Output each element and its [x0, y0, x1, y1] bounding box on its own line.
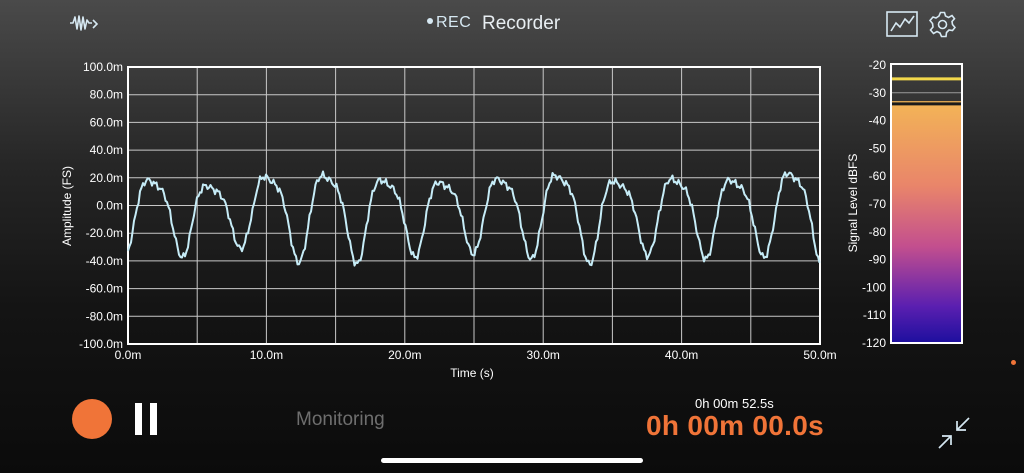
pause-bar-icon [135, 403, 142, 435]
meter-tick-label: -110 [863, 308, 886, 322]
meter-tick-label: -100 [862, 280, 886, 294]
home-indicator[interactable] [381, 458, 643, 463]
x-tick-label: 0.0m [115, 348, 142, 362]
meter-tick-label: -20 [869, 58, 887, 72]
y-axis-ticks: 100.0m 80.0m 60.0m 40.0m 20.0m 0.0m -20.0m -40.… [79, 60, 123, 351]
meter-tick-label: -80 [869, 225, 887, 239]
rec-dot-icon [427, 17, 433, 24]
y-axis-label: Amplitude (FS) [60, 166, 74, 246]
y-tick-label: -60.0m [86, 282, 123, 296]
side-indicator-dot [1011, 360, 1016, 365]
y-tick-label: 40.0m [90, 143, 123, 157]
rec-indicator: REC [427, 14, 471, 32]
level-axis-label: Signal Level dBFS [846, 154, 860, 253]
x-tick-label: 30.0m [527, 348, 560, 362]
status-text: Monitoring [296, 409, 385, 430]
recording-timer: 0h 00m 00.0s [646, 410, 824, 441]
x-axis-label: Time (s) [450, 366, 494, 380]
rec-label: REC [436, 14, 472, 31]
y-tick-label: 60.0m [90, 115, 123, 129]
y-tick-label: 100.0m [83, 60, 123, 74]
collapse-icon[interactable] [937, 416, 971, 450]
x-axis-ticks: 0.0m 10.0m 20.0m 30.0m 40.0m 50.0m [115, 348, 837, 362]
y-tick-label: 0.0m [96, 199, 123, 213]
x-tick-label: 20.0m [388, 348, 421, 362]
meter-tick-label: -120 [862, 336, 886, 350]
page-title: Recorder [482, 13, 561, 34]
waveform-chart: 100.0m 80.0m 60.0m 40.0m 20.0m 0.0m -20.0m -40.… [60, 60, 837, 380]
pause-button[interactable] [135, 403, 157, 435]
pause-bar-icon [150, 403, 157, 435]
meter-tick-label: -50 [869, 141, 887, 155]
y-tick-label: -40.0m [86, 254, 123, 268]
meter-tick-label: -70 [869, 197, 887, 211]
x-tick-label: 50.0m [803, 348, 836, 362]
meter-tick-label: -30 [869, 86, 887, 100]
y-tick-label: -80.0m [86, 309, 123, 323]
meter-tick-label: -40 [869, 114, 887, 128]
y-tick-label: 20.0m [90, 171, 123, 185]
gear-icon[interactable] [928, 11, 957, 38]
level-meter-fill [892, 101, 961, 343]
meter-tick-label: -90 [869, 253, 887, 267]
elapsed-time: 0h 00m 52.5s [695, 396, 774, 411]
record-button[interactable] [72, 399, 112, 439]
x-tick-label: 40.0m [665, 348, 698, 362]
waveform-icon[interactable] [68, 12, 102, 34]
meter-tick-label: -60 [869, 169, 887, 183]
y-tick-label: -20.0m [86, 226, 123, 240]
level-meter: -20 -30 -40 -50 -60 -70 -80 -90 -100 -110 -120 Sig… [846, 58, 963, 350]
chart-view-icon[interactable] [886, 11, 918, 37]
x-tick-label: 10.0m [250, 348, 283, 362]
y-tick-label: 80.0m [90, 88, 123, 102]
waveform-grid [128, 67, 820, 344]
